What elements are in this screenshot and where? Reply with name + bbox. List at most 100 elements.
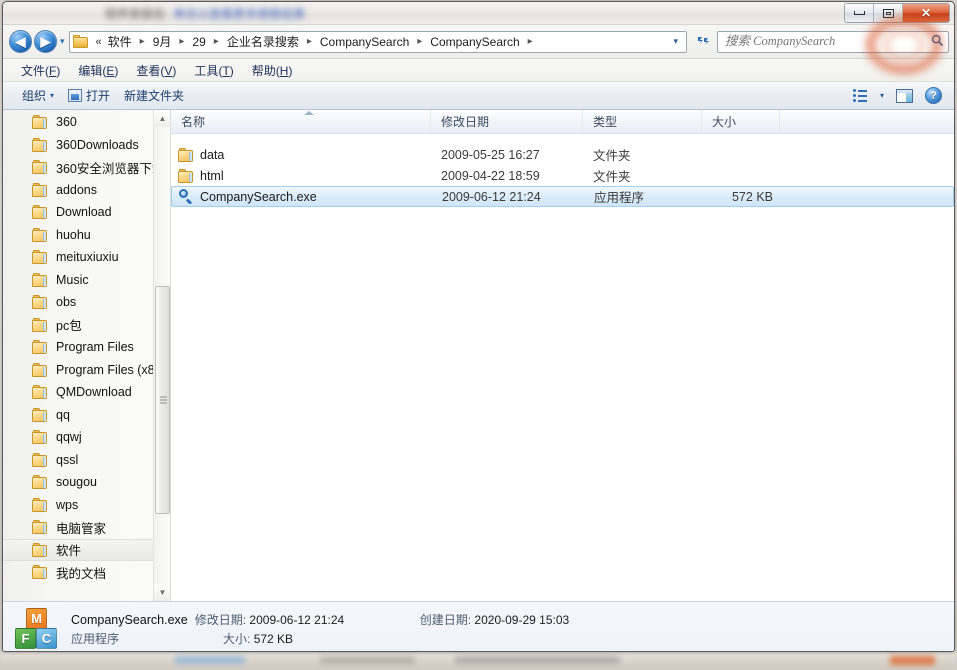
column-header-name[interactable]: 名称: [171, 110, 431, 133]
folder-icon: [32, 520, 49, 535]
sidebar-item-360downloads[interactable]: 360Downloads: [3, 134, 170, 157]
sidebar-item-addons[interactable]: addons: [3, 179, 170, 202]
sidebar-item-computer-manager[interactable]: 电脑管家: [3, 516, 170, 539]
column-header-date[interactable]: 修改日期: [431, 110, 583, 133]
breadcrumb-item-3[interactable]: 企业名录搜索: [224, 32, 302, 52]
breadcrumb-item-1[interactable]: 9月: [150, 32, 175, 52]
scroll-down-icon[interactable]: ▼: [154, 584, 170, 601]
restore-button[interactable]: [874, 4, 903, 22]
chevron-right-icon-5[interactable]: ▸: [523, 36, 538, 47]
chevron-right-icon-1[interactable]: ▸: [174, 36, 189, 47]
menu-help[interactable]: 帮助(H): [243, 60, 302, 81]
chevron-right-icon-2[interactable]: ▸: [209, 36, 224, 47]
change-view-button[interactable]: [847, 86, 874, 105]
column-header-type[interactable]: 类型: [583, 110, 702, 133]
chevron-right-icon-0[interactable]: ▸: [135, 36, 150, 47]
sidebar-item-obs[interactable]: obs: [3, 291, 170, 314]
details-size-value: 572 KB: [253, 631, 294, 646]
column-header-date-label: 修改日期: [441, 115, 490, 129]
folder-icon: [178, 168, 194, 183]
forward-button[interactable]: ▶: [34, 30, 57, 53]
folder-icon: [32, 137, 49, 152]
recent-pages-dropdown[interactable]: ▾: [60, 36, 65, 47]
sidebar-item-qmdownload[interactable]: QMDownload: [3, 381, 170, 404]
sidebar-item-360browser[interactable]: 360安全浏览器下载: [3, 156, 170, 179]
view-list-icon: [852, 89, 868, 102]
sidebar-item-meituxiuxiu[interactable]: meituxiuxiu: [3, 246, 170, 269]
chevron-right-icon-4[interactable]: ▸: [412, 36, 427, 47]
breadcrumb[interactable]: « 软件 ▸ 9月 ▸ 29 ▸ 企业名录搜索 ▸ CompanySearch …: [68, 30, 687, 53]
minimize-icon: [853, 11, 865, 15]
sidebar-item-360[interactable]: 360: [3, 111, 170, 134]
details-file-name: CompanySearch.exe: [71, 612, 188, 627]
file-date-cell: 2009-05-25 16:27: [441, 147, 540, 162]
folder-icon: [32, 115, 49, 130]
search-box[interactable]: [717, 30, 949, 53]
sidebar-item-my-documents[interactable]: 我的文档: [3, 561, 170, 584]
file-type-cell: 文件夹: [593, 170, 631, 184]
sidebar-item-qq[interactable]: qq: [3, 404, 170, 427]
menu-tools[interactable]: 工具(T): [185, 60, 242, 81]
table-row[interactable]: html 2009-04-22 18:59 文件夹: [171, 165, 954, 186]
table-row[interactable]: data 2009-05-25 16:27 文件夹: [171, 144, 954, 165]
details-modified-label: 修改日期:: [194, 612, 247, 627]
open-button[interactable]: 打开: [61, 84, 117, 107]
sidebar-item-qqwj[interactable]: qqwj: [3, 426, 170, 449]
sidebar-item-music[interactable]: Music: [3, 269, 170, 292]
column-header-size[interactable]: 大小: [702, 110, 780, 133]
column-header-size-label: 大小: [712, 115, 737, 129]
details-text: CompanySearch.exe 修改日期: 2009-06-12 21:24…: [71, 611, 569, 649]
folder-icon: [32, 430, 49, 445]
file-name-cell: CompanySearch.exe: [172, 189, 432, 204]
search-input[interactable]: [725, 34, 931, 49]
menu-view[interactable]: 查看(V): [127, 60, 185, 81]
chevron-right-icon-3[interactable]: ▸: [302, 36, 317, 47]
back-button[interactable]: ◀: [9, 30, 32, 53]
file-name-label: CompanySearch.exe: [200, 189, 317, 204]
breadcrumb-item-4[interactable]: CompanySearch: [317, 33, 412, 51]
view-options-dropdown[interactable]: ▾: [874, 88, 890, 103]
search-icon[interactable]: [931, 34, 944, 50]
menu-edit[interactable]: 编辑(E): [69, 60, 127, 81]
organize-button[interactable]: 组织 ▾: [15, 84, 61, 107]
table-row-selected[interactable]: CompanySearch.exe 2009-06-12 21:24 应用程序 …: [171, 186, 954, 207]
menu-file-mnemonic: F: [49, 63, 57, 78]
folder-icon: [32, 407, 49, 422]
sidebar-item-label: qqwj: [56, 430, 82, 445]
breadcrumb-overflow-icon[interactable]: «: [92, 36, 105, 48]
file-type-cell: 文件夹: [593, 149, 631, 163]
close-icon: ✕: [920, 6, 932, 20]
preview-pane-icon: [896, 88, 913, 103]
breadcrumb-item-5[interactable]: CompanySearch: [427, 33, 522, 51]
sidebar-item-label: 360安全浏览器下载: [56, 161, 165, 176]
refresh-icon[interactable]: [691, 31, 713, 53]
sidebar-item-program-files[interactable]: Program Files: [3, 336, 170, 359]
chevron-down-icon[interactable]: ▾: [667, 36, 684, 47]
sidebar-item-program-files-x86[interactable]: Program Files (x86): [3, 359, 170, 382]
menu-tools-mnemonic: T: [222, 63, 230, 78]
help-button[interactable]: ?: [919, 84, 948, 107]
details-created-value: 2020-09-29 15:03: [474, 612, 570, 627]
window-title-part-2: 单击以查看更多搜索结果: [173, 6, 306, 21]
sidebar-item-download[interactable]: Download: [3, 201, 170, 224]
menu-file[interactable]: 文件(F): [12, 60, 69, 81]
minimize-button[interactable]: [845, 4, 874, 22]
details-line-1: CompanySearch.exe 修改日期: 2009-06-12 21:24…: [71, 611, 569, 630]
file-type-cell: 应用程序: [594, 191, 645, 205]
sidebar-scrollbar[interactable]: ▲ ▼: [153, 110, 170, 601]
sidebar-item-sougou[interactable]: sougou: [3, 471, 170, 494]
block-letter-m: M: [26, 607, 47, 629]
breadcrumb-item-0[interactable]: 软件: [105, 32, 135, 52]
sidebar-item-software[interactable]: 软件: [3, 538, 170, 561]
menu-edit-mnemonic: E: [106, 63, 115, 78]
scrollbar-thumb[interactable]: [155, 286, 170, 514]
sidebar-item-qssl[interactable]: qssl: [3, 449, 170, 472]
new-folder-button[interactable]: 新建文件夹: [117, 84, 191, 107]
sidebar-item-pcbao[interactable]: pc包: [3, 314, 170, 337]
close-button[interactable]: ✕: [903, 4, 949, 22]
scroll-up-icon[interactable]: ▲: [154, 110, 170, 127]
sidebar-item-huohu[interactable]: huohu: [3, 224, 170, 247]
sidebar-item-wps[interactable]: wps: [3, 494, 170, 517]
preview-pane-button[interactable]: [890, 86, 919, 106]
breadcrumb-item-2[interactable]: 29: [189, 33, 208, 51]
